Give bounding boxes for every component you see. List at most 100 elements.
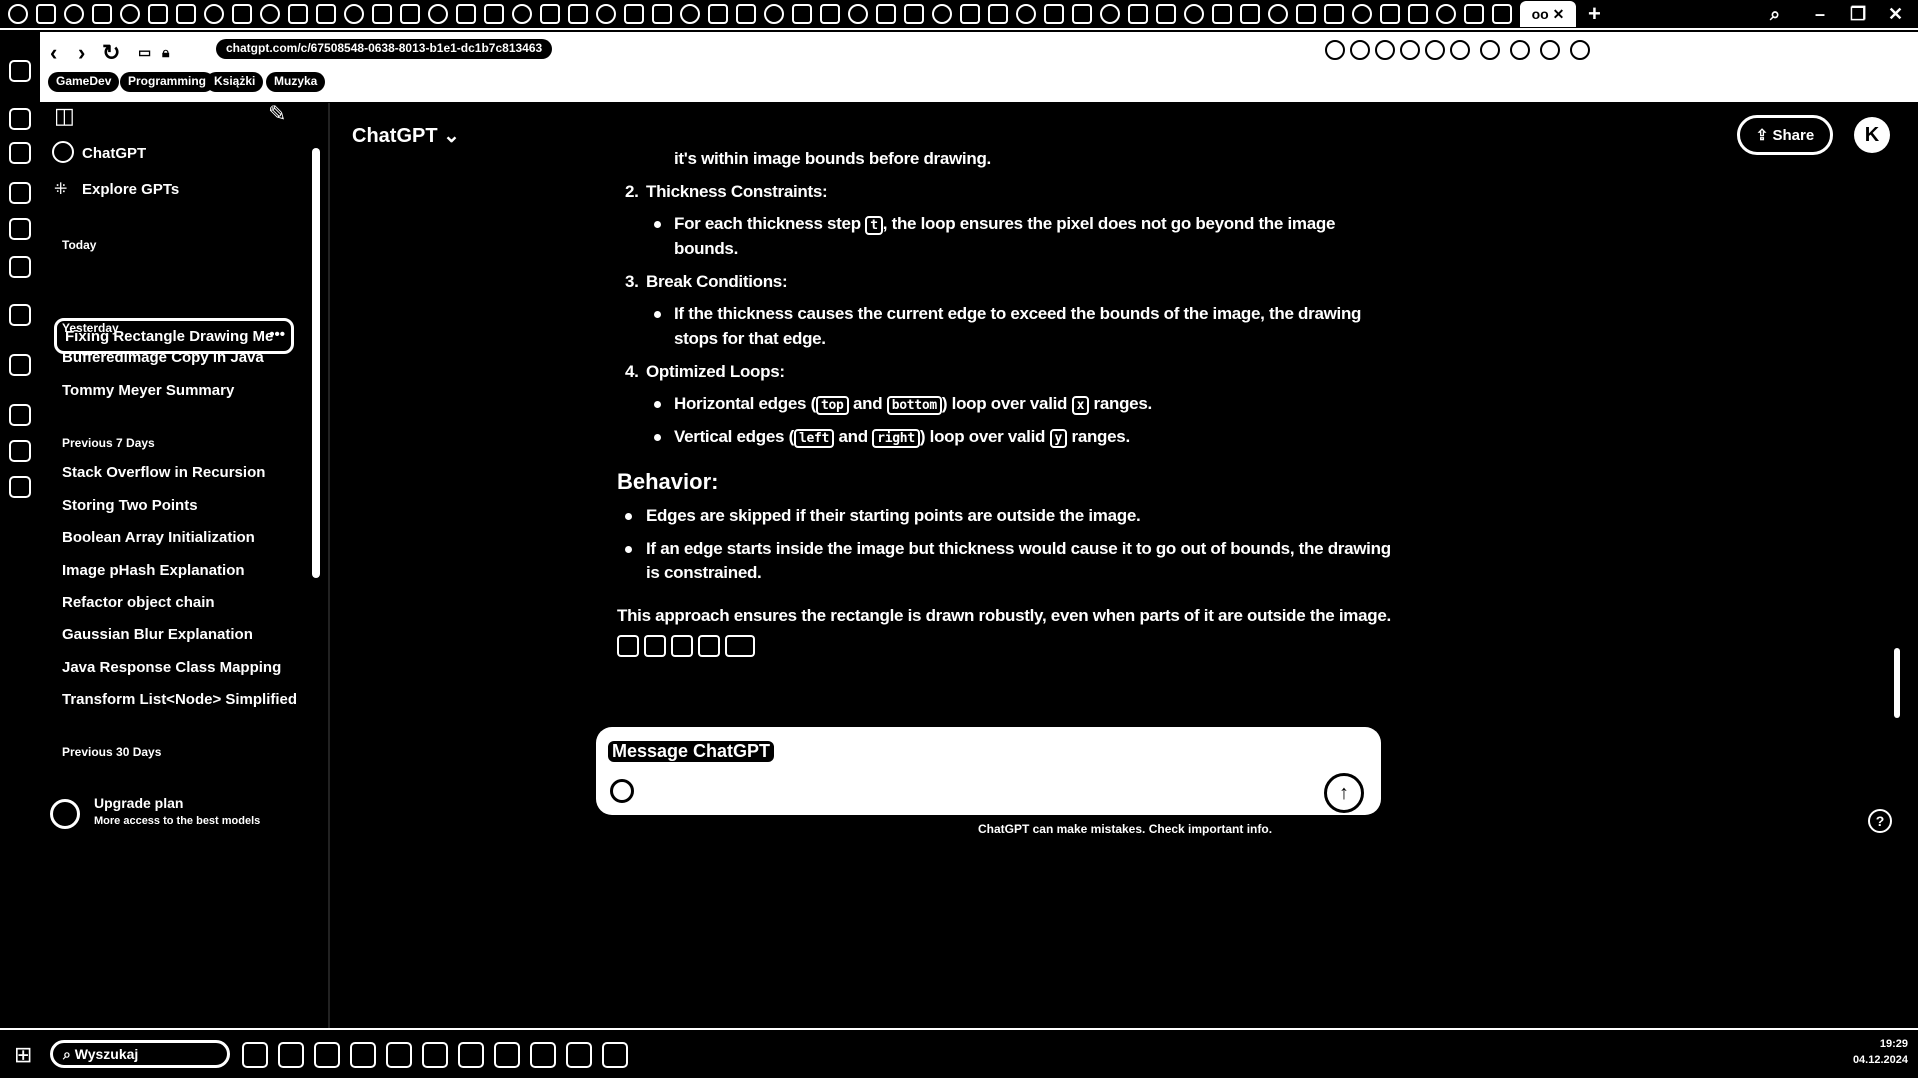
new-tab-button[interactable]: + xyxy=(1588,1,1601,27)
extension-icon[interactable] xyxy=(1375,40,1395,60)
bookmark-gamedev[interactable]: GameDev xyxy=(48,72,120,92)
tab-icon[interactable] xyxy=(1380,4,1400,24)
taskbar-app-icon[interactable] xyxy=(530,1042,556,1068)
sidebar-scrollbar[interactable] xyxy=(312,148,320,578)
tab-icon[interactable] xyxy=(1156,4,1176,24)
extension-icon[interactable] xyxy=(1540,40,1560,60)
tab-icon[interactable] xyxy=(624,4,644,24)
close-window-button[interactable]: ✕ xyxy=(1888,4,1903,25)
taskbar-clock[interactable]: 19:29 04.12.2024 xyxy=(1853,1036,1908,1068)
rail-app-icon[interactable] xyxy=(9,304,31,326)
minimize-button[interactable]: – xyxy=(1815,4,1825,25)
taskbar-search[interactable]: ⌕ Wyszukaj xyxy=(50,1040,230,1068)
extension-icon[interactable] xyxy=(1480,40,1500,60)
thumbs-up-icon[interactable] xyxy=(671,635,693,657)
extension-icon[interactable] xyxy=(1325,40,1345,60)
chat-scrollbar[interactable] xyxy=(1894,648,1900,718)
rail-app-icon[interactable] xyxy=(9,476,31,498)
extension-icon[interactable] xyxy=(1400,40,1420,60)
model-selector[interactable]: ChatGPT ⌄ xyxy=(352,123,460,148)
tab-icon[interactable] xyxy=(1436,4,1456,24)
active-tab[interactable]: oo ✕ xyxy=(1520,1,1576,27)
bookmark-programming[interactable]: Programming xyxy=(120,72,215,92)
tab-icon[interactable] xyxy=(708,4,728,24)
tab-icon[interactable] xyxy=(680,4,700,24)
rail-app-icon[interactable] xyxy=(9,142,31,164)
tab-icon[interactable] xyxy=(1352,4,1372,24)
taskbar-app-icon[interactable] xyxy=(278,1042,304,1068)
tab-icon[interactable] xyxy=(456,4,476,24)
bookmark-muzyka[interactable]: Muzyka xyxy=(266,72,326,92)
tab-icon[interactable] xyxy=(1464,4,1484,24)
extension-icon[interactable] xyxy=(1350,40,1370,60)
tab-icon[interactable] xyxy=(904,4,924,24)
tab-icon[interactable] xyxy=(848,4,868,24)
tab-icon[interactable] xyxy=(1072,4,1092,24)
taskbar-app-icon[interactable] xyxy=(494,1042,520,1068)
chat-item[interactable]: Storing Two Points xyxy=(62,497,198,514)
tab-icon[interactable] xyxy=(288,4,308,24)
tab-icon[interactable] xyxy=(1128,4,1148,24)
taskbar-app-icon[interactable] xyxy=(350,1042,376,1068)
attach-icon[interactable] xyxy=(610,779,634,803)
tab-icon[interactable] xyxy=(512,4,532,24)
tab-icon[interactable] xyxy=(64,4,84,24)
rail-app-icon[interactable] xyxy=(9,404,31,426)
chat-item[interactable]: Stack Overflow in Recursion xyxy=(62,464,265,481)
rail-app-icon[interactable] xyxy=(9,60,31,82)
tab-icon[interactable] xyxy=(92,4,112,24)
tab-icon[interactable] xyxy=(1016,4,1036,24)
rail-app-icon[interactable] xyxy=(9,182,31,204)
read-aloud-icon[interactable] xyxy=(617,635,639,657)
back-icon[interactable]: ‹ xyxy=(50,40,57,66)
tab-icon[interactable] xyxy=(1296,4,1316,24)
rail-app-icon[interactable] xyxy=(9,218,31,240)
tab-icon[interactable] xyxy=(1408,4,1428,24)
tab-icon[interactable] xyxy=(792,4,812,24)
tab-icon[interactable] xyxy=(540,4,560,24)
thumbs-down-icon[interactable] xyxy=(698,635,720,657)
chat-item[interactable]: Refactor object chain xyxy=(62,594,215,611)
tab-icon[interactable] xyxy=(988,4,1008,24)
tab-icon[interactable] xyxy=(36,4,56,24)
chat-item[interactable]: Image pHash Explanation xyxy=(62,562,245,579)
taskbar-app-icon[interactable] xyxy=(458,1042,484,1068)
copy-icon[interactable] xyxy=(644,635,666,657)
tab-icon[interactable] xyxy=(764,4,784,24)
tab-icon[interactable] xyxy=(1240,4,1260,24)
url-field[interactable]: chatgpt.com/c/67508548-0638-8013-b1e1-dc… xyxy=(216,39,553,59)
tab-icon[interactable] xyxy=(176,4,196,24)
site-info-icon[interactable]: ▭ xyxy=(138,44,151,61)
tab-icon[interactable] xyxy=(400,4,420,24)
extension-icon[interactable] xyxy=(1425,40,1445,60)
chat-item[interactable]: Boolean Array Initialization xyxy=(62,529,255,546)
reload-icon[interactable]: ↻ xyxy=(102,40,120,66)
taskbar-app-icon[interactable] xyxy=(314,1042,340,1068)
start-icon[interactable]: ⊞ xyxy=(14,1042,32,1068)
taskbar-app-icon[interactable] xyxy=(602,1042,628,1068)
tab-icon[interactable] xyxy=(1324,4,1344,24)
extension-icon[interactable] xyxy=(1510,40,1530,60)
extension-icon[interactable] xyxy=(1570,40,1590,60)
rail-app-icon[interactable] xyxy=(9,256,31,278)
forward-icon[interactable]: › xyxy=(78,40,85,66)
taskbar-app-icon[interactable] xyxy=(386,1042,412,1068)
tab-icon[interactable] xyxy=(1044,4,1064,24)
chat-item[interactable]: BufferedImage Copy in Java xyxy=(62,349,264,366)
tab-icon[interactable] xyxy=(568,4,588,24)
sidebar-item-chatgpt[interactable]: ChatGPT xyxy=(82,145,146,162)
tab-icon[interactable] xyxy=(148,4,168,24)
message-composer[interactable]: Message ChatGPT ↑ xyxy=(596,727,1381,815)
extension-icon[interactable] xyxy=(1450,40,1470,60)
tab-icon[interactable] xyxy=(204,4,224,24)
tab-icon[interactable] xyxy=(876,4,896,24)
tab-icon[interactable] xyxy=(1212,4,1232,24)
tab-icon[interactable] xyxy=(960,4,980,24)
tab-icon[interactable] xyxy=(232,4,252,24)
bookmark-ksiazki[interactable]: Książki xyxy=(206,72,264,92)
tab-icon[interactable] xyxy=(8,4,28,24)
message-input[interactable]: Message ChatGPT xyxy=(608,741,775,762)
upgrade-plan-button[interactable]: Upgrade plan More access to the best mod… xyxy=(50,793,310,843)
tab-icon[interactable] xyxy=(484,4,504,24)
taskbar-app-icon[interactable] xyxy=(422,1042,448,1068)
